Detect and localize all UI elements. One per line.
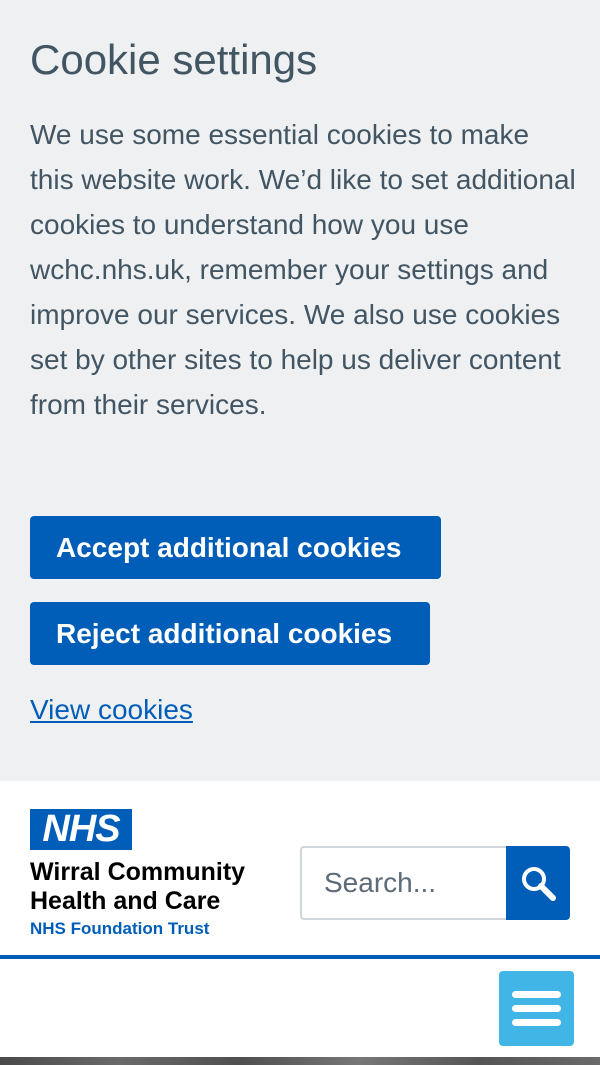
org-subtitle: NHS Foundation Trust — [30, 919, 210, 938]
search-icon — [522, 867, 556, 901]
cookie-description: We use some essential cookies to make th… — [30, 119, 576, 420]
org-name-line1: Wirral Community — [30, 858, 246, 886]
org-name-line2: Health and Care — [30, 887, 221, 915]
reject-cookies-button[interactable]: Reject additional cookies — [30, 602, 430, 665]
hero-image-edge — [0, 1057, 600, 1065]
view-cookies-link[interactable]: View cookies — [30, 690, 193, 730]
search-button[interactable] — [506, 846, 570, 920]
accept-cookies-button[interactable]: Accept additional cookies — [30, 516, 441, 579]
nhs-logo[interactable]: NHS — [30, 809, 132, 850]
cookie-settings-title: Cookie settings — [30, 36, 318, 83]
cookie-banner: Cookie settings We use some essential co… — [0, 0, 600, 781]
menu-button[interactable] — [499, 971, 574, 1046]
nav-bar — [0, 959, 600, 1057]
search-input[interactable] — [300, 846, 508, 920]
site-header: NHS Wirral Community Health and Care NHS… — [0, 781, 600, 959]
